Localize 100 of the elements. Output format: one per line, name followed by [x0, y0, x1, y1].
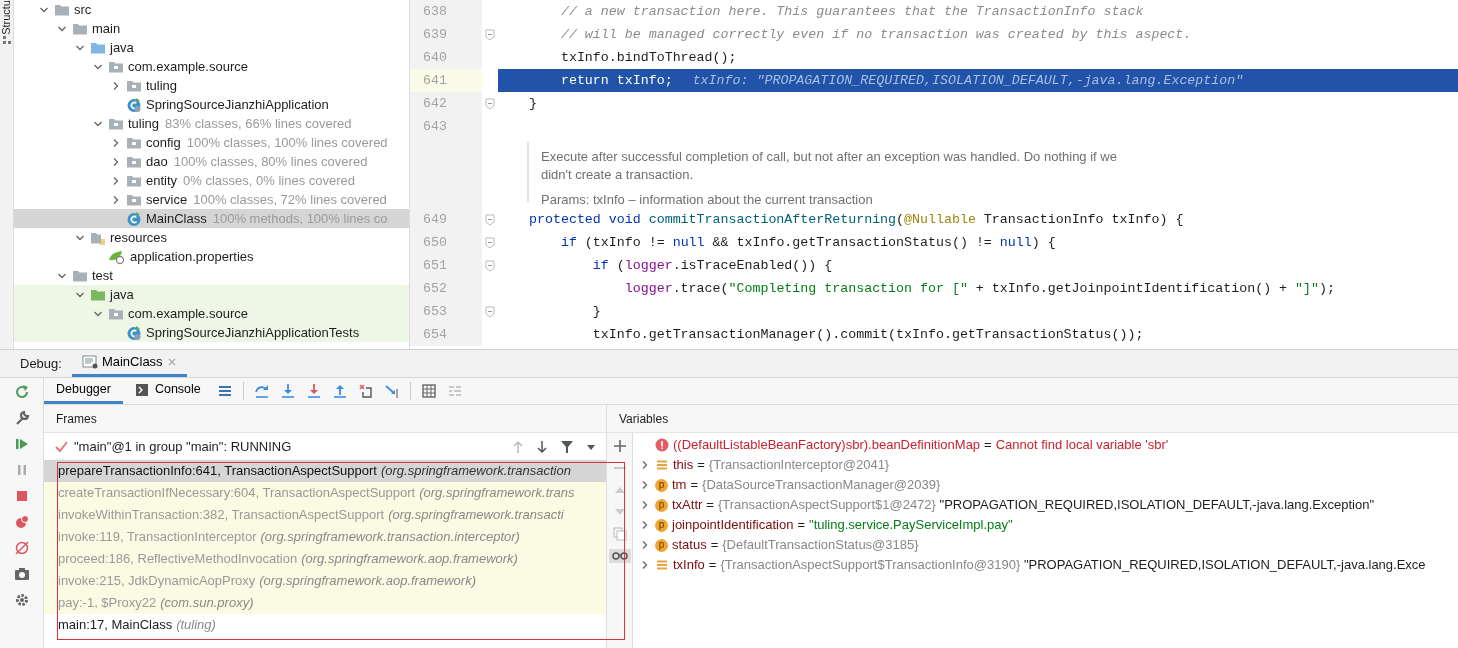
tree-item[interactable]: java	[14, 38, 409, 57]
tree-item[interactable]: service 100% classes, 72% lines covered	[14, 190, 409, 209]
tree-item[interactable]: MainClass 100% methods, 100% lines co	[14, 209, 409, 228]
window-icon	[81, 355, 98, 369]
thread-selector[interactable]: "main"@1 in group "main": RUNNING	[74, 436, 292, 457]
line-number: 643	[422, 117, 447, 136]
tree-item[interactable]: resources	[14, 228, 409, 247]
code-line: logger.trace("Completing transaction for [" + txInfo.getJoinpointIdentification() + "]");	[623, 279, 1335, 298]
mute-breakpoints-icon[interactable]	[13, 540, 30, 556]
fold-icon[interactable]	[485, 28, 495, 41]
run-to-cursor-icon[interactable]	[383, 383, 400, 399]
variables-header: Variables	[607, 405, 1458, 433]
doc-params: Params: txInfo – information about the current transaction	[541, 191, 874, 209]
code-line: return txInfo; txInfo: "PROPAGATION_REQUIRED,ISOLATION_DEFAULT,-java.lang.Exception"	[559, 71, 1244, 90]
resume-icon[interactable]	[13, 436, 30, 452]
tree-item[interactable]: application.properties	[14, 247, 409, 266]
copy-icon[interactable]	[612, 527, 627, 541]
class-icon	[126, 324, 142, 341]
tree-item[interactable]: java	[14, 285, 409, 304]
parameter-badge: p	[655, 518, 668, 532]
code-line: // will be managed correctly even if no transaction was created by this aspect.	[559, 25, 1192, 44]
line-number: 653	[422, 302, 447, 321]
fold-icon[interactable]	[485, 213, 495, 226]
check-icon	[54, 439, 68, 454]
tree-item[interactable]: test	[14, 266, 409, 285]
tree-item[interactable]: main	[14, 19, 409, 38]
fold-icon[interactable]	[485, 236, 495, 249]
tree-item[interactable]: config 100% classes, 100% lines covered	[14, 133, 409, 152]
line-number: 654	[422, 325, 447, 344]
add-icon[interactable]	[612, 439, 627, 453]
filter-icon[interactable]	[560, 439, 574, 454]
code-line: }	[591, 302, 601, 321]
coverage-text: 0% classes, 0% lines covered	[183, 171, 356, 190]
tree-item[interactable]: src	[14, 0, 409, 19]
frame-item[interactable]: invoke:215, JdkDynamicAopProxy (org.springframework.aop.framework)	[44, 570, 606, 592]
down-arrow-icon[interactable]	[536, 439, 548, 454]
parameter-badge: p	[655, 538, 668, 552]
code-line: }	[529, 94, 537, 113]
coverage-text: 100% classes, 72% lines covered	[193, 190, 387, 209]
code-line: protected void commitTransactionAfterReturning(@Nullable TransactionInfo txInfo) {	[529, 210, 1184, 229]
frame-item[interactable]: createTransactionIfNecessary:604, TransactionAspectSupport (org.springframework.trans	[44, 482, 606, 504]
frame-item[interactable]: invokeWithinTransaction:382, TransactionAspectSupport (org.springframework.transacti	[44, 504, 606, 526]
calculator-icon[interactable]	[420, 383, 437, 399]
line-number: 649	[422, 210, 447, 229]
code-line: if (logger.isTraceEnabled()) {	[591, 256, 833, 275]
fold-icon[interactable]	[485, 97, 495, 110]
frame-item[interactable]: invoke:119, TransactionInterceptor (org.springframework.transaction.interceptor)	[44, 526, 606, 548]
fold-icon[interactable]	[485, 259, 495, 272]
step-into-icon[interactable]	[279, 383, 296, 399]
variable-item[interactable]: p tm = {DataSourceTransactionManager@2039}	[633, 475, 1458, 495]
structure-tab[interactable]: Structu	[0, 0, 13, 35]
line-number: 650	[422, 233, 447, 252]
frames-header: Frames	[44, 405, 606, 433]
parameter-badge: p	[655, 498, 668, 512]
step-over-icon[interactable]	[253, 383, 270, 399]
tree-item[interactable]: com.example.source	[14, 304, 409, 323]
structure-icon[interactable]	[1, 34, 12, 45]
frame-item[interactable]: main:17, MainClass (tuling)	[44, 614, 606, 636]
variable-item[interactable]: ((DefaultListableBeanFactory)sbr).beanDefinitionMap = Cannot find local variable 'sbr'	[633, 435, 1458, 455]
line-number: 639	[422, 25, 447, 44]
coverage-text: 100% classes, 80% lines covered	[173, 152, 368, 171]
drop-frame-icon[interactable]	[357, 383, 374, 399]
view-tab[interactable]: Console	[122, 378, 213, 404]
tree-item[interactable]: com.example.source	[14, 57, 409, 76]
layout-icon[interactable]	[216, 383, 233, 399]
console-icon	[134, 382, 149, 397]
variable-item[interactable]: p status = {DefaultTransactionStatus@3185}	[633, 535, 1458, 555]
frame-item[interactable]: pay:-1, $Proxy22 (com.sun.proxy)	[44, 592, 606, 614]
fold-icon[interactable]	[485, 305, 495, 318]
rerun-icon[interactable]	[13, 384, 30, 400]
variable-item[interactable]: p joinpointIdentification = "tuling.service.PayServiceImpl.pay"	[633, 515, 1458, 535]
breakpoints-icon[interactable]	[13, 514, 30, 530]
glasses-icon[interactable]	[611, 551, 628, 561]
line-number: 638	[422, 2, 447, 21]
settings-icon[interactable]	[13, 592, 30, 608]
camera-icon[interactable]	[13, 566, 30, 582]
error-icon	[655, 438, 669, 452]
variable-item[interactable]: p txAttr = {TransactionAspectSupport$1@2472} "PROPAGATION_REQUIRED,ISOLATION_DEFAULT,-java.lang.Exception"	[633, 495, 1458, 515]
frame-item[interactable]: proceed:186, ReflectiveMethodInvocation (org.springframework.aop.framework)	[44, 548, 606, 570]
tree-item[interactable]: tuling 83% classes, 66% lines covered	[14, 114, 409, 133]
force-step-into-icon[interactable]	[305, 383, 322, 399]
code-line: txInfo.bindToThread();	[559, 48, 737, 67]
step-out-icon[interactable]	[331, 383, 348, 399]
line-number: 642	[422, 94, 447, 113]
variable-item[interactable]: this = {TransactionInterceptor@2041}	[633, 455, 1458, 475]
debug-label: Debug:	[19, 354, 63, 373]
coverage-text: 100% classes, 100% lines covered	[186, 133, 388, 152]
properties-icon	[108, 248, 126, 265]
frame-item[interactable]: prepareTransactionInfo:641, TransactionAspectSupport (org.springframework.transaction	[44, 460, 606, 482]
doc-comment: Execute after successful completion of call, but not after an exception was handled. Do nothing if we didn't create a transaction.	[541, 148, 1118, 184]
parameter-badge: p	[655, 478, 668, 492]
variable-item[interactable]: txInfo = {TransactionAspectSupport$TransactionInfo@3190} "PROPAGATION_REQUIRED,ISOLATION_DEFAULT,-java.lang.Exce	[633, 555, 1458, 575]
tree-item[interactable]: SpringSourceJianzhiApplicationTests	[14, 323, 409, 342]
field-icon	[655, 458, 669, 472]
line-number: 640	[422, 48, 447, 67]
tree-item[interactable]: entity 0% classes, 0% lines covered	[14, 171, 409, 190]
tree-item[interactable]: SpringSourceJianzhiApplication	[14, 95, 409, 114]
tree-item[interactable]: tuling	[14, 76, 409, 95]
coverage-text: 100% methods, 100% lines co	[212, 209, 388, 228]
tree-item[interactable]: dao 100% classes, 80% lines covered	[14, 152, 409, 171]
